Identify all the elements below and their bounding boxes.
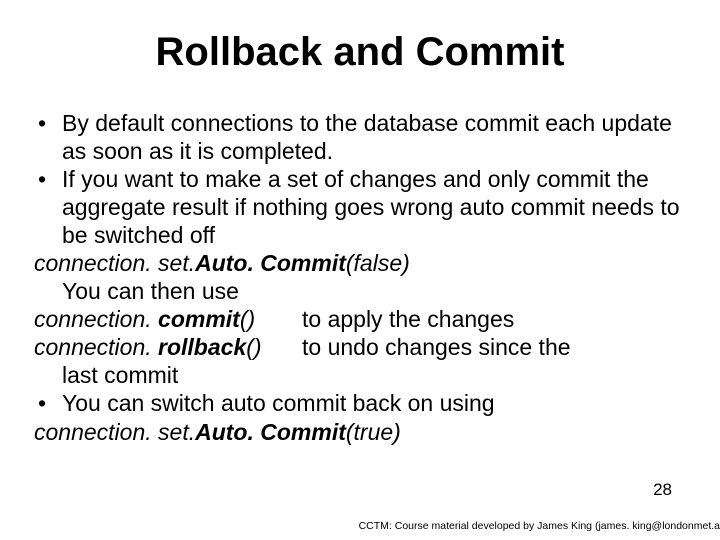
bullet-text: By default connections to the database c…: [62, 109, 686, 165]
code-line: connection. set.Auto. Commit(true): [34, 418, 686, 446]
bullet-item: • You can switch auto commit back on usi…: [34, 389, 686, 417]
code-desc: to undo changes since the: [302, 333, 686, 361]
slide: Rollback and Commit • By default connect…: [0, 0, 720, 540]
bullet-item: • By default connections to the database…: [34, 109, 686, 165]
code-text: (true): [346, 419, 401, 445]
code-bold: commit: [158, 306, 240, 332]
code-bold: rollback: [158, 334, 246, 360]
code-text: connection.: [34, 306, 158, 332]
body-line: You can then use: [34, 277, 686, 305]
code-text: (false): [346, 250, 410, 276]
code-text: connection. set.: [34, 250, 195, 276]
code-left: connection. commit(): [34, 305, 302, 333]
bullet-dot: •: [34, 389, 62, 417]
code-desc: to apply the changes: [302, 305, 686, 333]
code-text: connection.: [34, 334, 158, 360]
code-text: (): [246, 334, 261, 360]
footer-credit: CCTM: Course material developed by James…: [359, 520, 720, 532]
code-line: connection. rollback() to undo changes s…: [34, 333, 686, 361]
code-line: connection. set.Auto. Commit(false): [34, 249, 686, 277]
bullet-dot: •: [34, 165, 62, 249]
bullet-item: • If you want to make a set of changes a…: [34, 165, 686, 249]
code-text: connection. set.: [34, 419, 195, 445]
code-bold: Auto. Commit: [195, 250, 346, 276]
code-left: connection. rollback(): [34, 333, 302, 361]
bullet-text: If you want to make a set of changes and…: [62, 165, 686, 249]
code-line: connection. commit() to apply the change…: [34, 305, 686, 333]
body-line: last commit: [34, 361, 686, 389]
code-bold: Auto. Commit: [195, 419, 346, 445]
bullet-dot: •: [34, 109, 62, 165]
code-text: (): [240, 306, 255, 332]
bullet-text: You can switch auto commit back on using: [62, 389, 686, 417]
page-number: 28: [653, 480, 672, 500]
slide-title: Rollback and Commit: [34, 30, 686, 75]
slide-body: • By default connections to the database…: [34, 109, 686, 446]
